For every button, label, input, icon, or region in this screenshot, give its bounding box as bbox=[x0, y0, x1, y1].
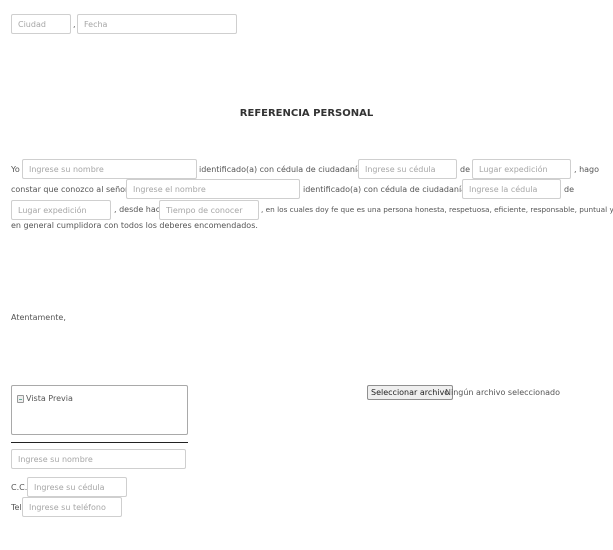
signature-line bbox=[11, 442, 188, 443]
text-identified-1: identificado(a) con cédula de ciudadanía… bbox=[199, 165, 378, 174]
text-de-2: de bbox=[564, 185, 574, 194]
date-input[interactable] bbox=[77, 14, 237, 34]
city-date-separator: , bbox=[73, 20, 76, 29]
name-input[interactable] bbox=[22, 159, 197, 179]
page-title: REFERENCIA PERSONAL bbox=[239, 108, 374, 119]
signer-id-input[interactable] bbox=[27, 477, 127, 497]
text-hago: , hago bbox=[574, 165, 600, 174]
broken-image-icon bbox=[17, 394, 24, 403]
text-constar: constar que conozco al señor(a) bbox=[11, 185, 140, 194]
text-desde-hace: , desde hace bbox=[114, 205, 166, 214]
closing-text: Atentamente, bbox=[11, 313, 66, 322]
other-name-input[interactable] bbox=[126, 179, 300, 199]
text-de-1: de bbox=[460, 165, 470, 174]
choose-file-button[interactable]: Seleccionar archivo bbox=[367, 385, 454, 400]
signature-preview: Vista Previa bbox=[11, 385, 188, 435]
city-input[interactable] bbox=[11, 14, 71, 34]
other-id-input[interactable] bbox=[462, 179, 561, 199]
text-rest-line-1: , en los cuales doy fe que es una person… bbox=[261, 205, 613, 214]
text-identified-2: identificado(a) con cédula de ciudadanía… bbox=[303, 185, 482, 194]
broken-image: Vista Previa bbox=[17, 394, 73, 403]
cc-label: C.C. bbox=[11, 483, 28, 492]
signer-name-input[interactable] bbox=[11, 449, 186, 469]
time-known-input[interactable] bbox=[159, 200, 259, 220]
text-rest-line-2: en general cumplidora con todos los debe… bbox=[11, 221, 258, 230]
place-issue-input[interactable] bbox=[472, 159, 571, 179]
other-place-issue-input[interactable] bbox=[11, 200, 111, 220]
text-yo: Yo bbox=[11, 165, 20, 174]
id-input[interactable] bbox=[358, 159, 457, 179]
file-status-text: Ningún archivo seleccionado bbox=[445, 388, 561, 397]
signer-phone-input[interactable] bbox=[22, 497, 122, 517]
preview-alt-text: Vista Previa bbox=[26, 394, 73, 403]
